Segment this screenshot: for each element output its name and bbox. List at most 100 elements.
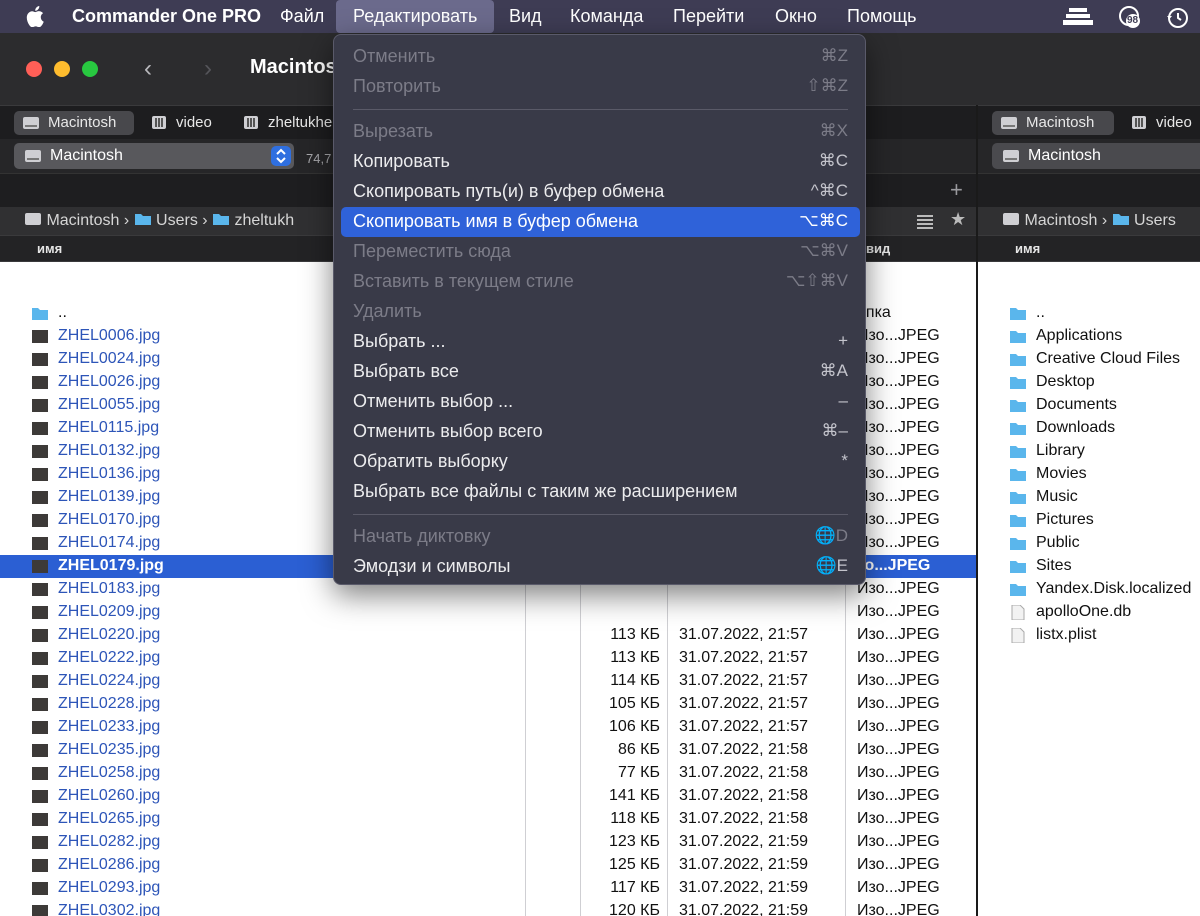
menu-item-label: Эмодзи и символы (353, 556, 511, 576)
file-name: ZHEL0179.jpg (58, 557, 164, 574)
file-row[interactable]: ZHEL0220.jpg 113 КБ 31.07.2022, 21:57 Изо..… (0, 624, 976, 647)
tab-right-video[interactable]: video (1122, 111, 1200, 135)
file-row[interactable]: ZHEL0258.jpg 77 КБ 31.07.2022, 21:58 Изо...… (0, 762, 976, 785)
menu-item[interactable]: Скопировать путь(и) в буфер обмена ^⌘C (341, 177, 860, 207)
image-thumbnail-icon (32, 445, 48, 458)
tab-left-zheltukhe[interactable]: zheltukhe (234, 111, 334, 135)
crumb-item[interactable]: Macintosh (46, 212, 119, 229)
stack-icon[interactable] (1063, 6, 1093, 28)
folder-row[interactable]: Desktop (978, 371, 1200, 394)
notification-icon[interactable]: 98 (1118, 5, 1142, 29)
menu-item[interactable]: Эмодзи и символы 🌐E (341, 552, 860, 582)
folder-row[interactable]: Sites (978, 555, 1200, 578)
menu-item[interactable]: Скопировать имя в буфер обмена ⌥⌘C (341, 207, 860, 237)
crumb-item[interactable]: Users (156, 212, 198, 229)
file-row[interactable]: ZHEL0228.jpg 105 КБ 31.07.2022, 21:57 Изо..… (0, 693, 976, 716)
folder-icon (1010, 469, 1026, 481)
menu-item[interactable]: Выбрать все файлы с таким же расширением (341, 477, 860, 507)
folder-row[interactable]: Yandex.Disk.localized (978, 578, 1200, 601)
folder-row[interactable]: .. (978, 302, 1200, 325)
folder-row[interactable]: Documents (978, 394, 1200, 417)
screen: Commander One PRO Файл Редактировать Вид… (0, 0, 1200, 916)
menu-item-label: Отменить выбор ... (353, 391, 514, 411)
image-thumbnail-icon (32, 330, 48, 343)
time-machine-icon[interactable] (1166, 6, 1190, 30)
menu-item-shortcut: ⌘C (818, 151, 848, 170)
file-name: ZHEL0233.jpg (58, 718, 161, 735)
file-row[interactable]: ZHEL0293.jpg 117 КБ 31.07.2022, 21:59 Изо..… (0, 877, 976, 900)
menu-command[interactable]: Команда (570, 0, 643, 33)
file-row[interactable]: ZHEL0302.jpg 120 КБ 31.07.2022, 21:59 Изо..… (0, 900, 976, 916)
crumb-item[interactable]: Macintosh (1024, 212, 1097, 229)
file-row[interactable]: ZHEL0282.jpg 123 КБ 31.07.2022, 21:59 Изо..… (0, 831, 976, 854)
column-name-right[interactable]: имя (1015, 241, 1040, 256)
file-size: 120 КБ (609, 902, 660, 916)
folder-row[interactable]: Music (978, 486, 1200, 509)
folder-row[interactable]: Downloads (978, 417, 1200, 440)
breadcrumb-left[interactable]: Macintosh › Users › zheltukh (24, 211, 294, 230)
breadcrumb-right[interactable]: Macintosh › Users (1002, 211, 1176, 230)
file-row[interactable]: apolloOne.db (978, 601, 1200, 624)
crumb-item[interactable]: Users (1134, 212, 1176, 229)
menu-item[interactable]: Отменить выбор ... – (341, 387, 860, 417)
app-menu[interactable]: Commander One PRO (72, 0, 261, 33)
folder-row[interactable]: Creative Cloud Files (978, 348, 1200, 371)
file-row[interactable]: ZHEL0233.jpg 106 КБ 31.07.2022, 21:57 Изо..… (0, 716, 976, 739)
menu-item[interactable]: Выбрать все ⌘A (341, 357, 860, 387)
image-thumbnail-icon (32, 882, 48, 895)
menu-view[interactable]: Вид (509, 0, 542, 33)
favorites-star-icon[interactable]: ★ (950, 209, 966, 230)
menu-item-label: Отменить (353, 46, 436, 66)
list-view-icon[interactable] (916, 213, 934, 229)
notification-badge: 98 (1127, 15, 1139, 26)
file-row[interactable]: ZHEL0286.jpg 125 КБ 31.07.2022, 21:59 Изо..… (0, 854, 976, 877)
tab-left-macintosh[interactable]: Macintosh (14, 111, 134, 135)
file-kind: Изо...JPEG (857, 327, 940, 344)
folder-row[interactable]: Library (978, 440, 1200, 463)
tab-right-macintosh[interactable]: Macintosh (992, 111, 1114, 135)
folder-icon (134, 214, 151, 225)
folder-icon (1010, 492, 1026, 504)
menu-edit[interactable]: Редактировать (336, 0, 495, 33)
file-row[interactable]: ZHEL0209.jpg Изо...JPEG (0, 601, 976, 624)
menu-window[interactable]: Окно (775, 0, 817, 33)
file-name: ZHEL0170.jpg (58, 511, 161, 528)
file-row[interactable]: listx.plist (978, 624, 1200, 647)
file-row[interactable]: ZHEL0224.jpg 114 КБ 31.07.2022, 21:57 Изо..… (0, 670, 976, 693)
folder-row[interactable]: Pictures (978, 509, 1200, 532)
menu-file[interactable]: Файл (280, 0, 324, 33)
column-name-left[interactable]: имя (37, 241, 62, 256)
folder-row[interactable]: Applications (978, 325, 1200, 348)
file-date: 31.07.2022, 21:59 (679, 879, 809, 896)
tab-left-video[interactable]: video (142, 111, 232, 135)
zoom-button[interactable] (82, 61, 98, 77)
apple-logo-icon[interactable] (26, 6, 44, 27)
folder-row[interactable]: Public (978, 532, 1200, 555)
menu-item[interactable]: Отменить выбор всего ⌘– (341, 417, 860, 447)
network-drive-icon (1132, 116, 1146, 129)
close-button[interactable] (26, 61, 42, 77)
left-drive-select[interactable]: Macintosh (14, 143, 294, 169)
file-row[interactable]: ZHEL0265.jpg 118 КБ 31.07.2022, 21:58 Изо..… (0, 808, 976, 831)
column-kind[interactable]: вид (866, 241, 890, 256)
crumb-item[interactable]: zheltukh (235, 212, 295, 229)
forward-icon[interactable]: › (204, 55, 212, 83)
menu-item[interactable]: Выбрать ... + (341, 327, 860, 357)
file-row[interactable]: ZHEL0260.jpg 141 КБ 31.07.2022, 21:58 Изо..… (0, 785, 976, 808)
add-tab-icon[interactable]: + (950, 177, 963, 203)
menu-separator (353, 514, 848, 515)
file-row[interactable]: ZHEL0222.jpg 113 КБ 31.07.2022, 21:57 Изо..… (0, 647, 976, 670)
menu-item[interactable]: Обратить выборку * (341, 447, 860, 477)
right-file-list[interactable]: .. Applications Creative Cloud Files Deskto… (978, 262, 1200, 916)
minimize-button[interactable] (54, 61, 70, 77)
menu-help[interactable]: Помощь (847, 0, 917, 33)
tab-label: Macintosh (48, 114, 117, 131)
menu-item[interactable]: Копировать ⌘C (341, 147, 860, 177)
folder-row[interactable]: Movies (978, 463, 1200, 486)
right-drive-select[interactable]: Macintosh (992, 143, 1200, 169)
item-name: listx.plist (1036, 626, 1097, 643)
menu-go[interactable]: Перейти (673, 0, 744, 33)
back-icon[interactable]: ‹ (144, 55, 152, 83)
file-row[interactable]: ZHEL0235.jpg 86 КБ 31.07.2022, 21:58 Изо...… (0, 739, 976, 762)
file-date: 31.07.2022, 21:57 (679, 718, 809, 735)
